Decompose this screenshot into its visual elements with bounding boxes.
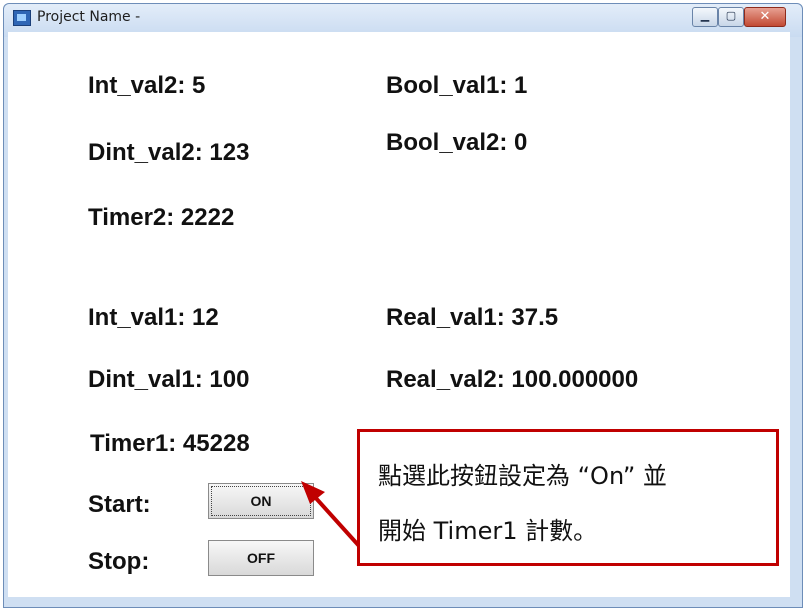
- callout-text-line2: 開始 Timer1 計數。: [378, 517, 598, 545]
- callout-text-line1: 點選此按鈕設定為 “On” 並: [378, 462, 667, 490]
- annotation-callout: 點選此按鈕設定為 “On” 並 開始 Timer1 計數。: [357, 429, 779, 566]
